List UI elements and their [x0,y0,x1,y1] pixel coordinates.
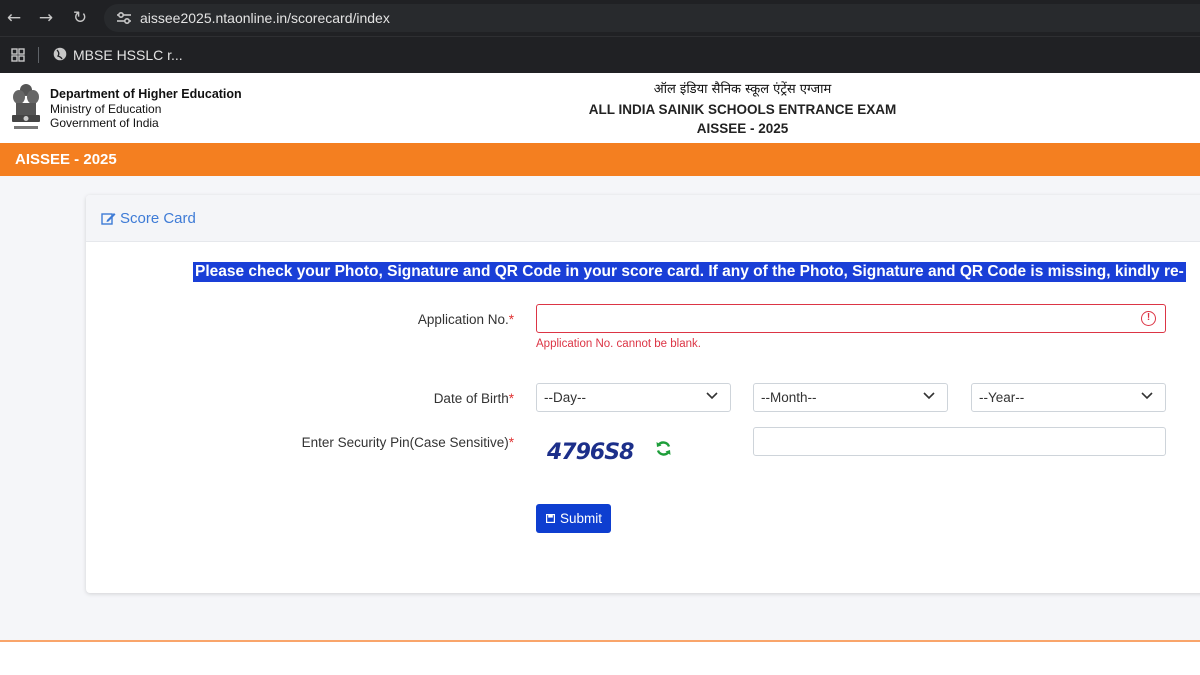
ministry-name: Ministry of Education [50,101,162,116]
chevron-down-icon [706,392,718,400]
submit-label: Submit [560,511,603,526]
back-arrow-icon[interactable]: ← [4,8,24,28]
notice-text: Please check your Photo, Signature and Q… [193,262,1186,282]
day-select-value: --Day-- [544,390,586,405]
government-name: Government of India [50,116,159,130]
bookmark-separator [38,47,39,63]
captcha-text: 4796S8 [547,440,634,465]
department-info: Department of Higher Education Ministry … [50,87,242,131]
browser-toolbar: ← → ↻ aissee2025.ntaonline.in/scorecard/… [0,0,1200,36]
security-pin-label: Enter Security Pin(Case Sensitive)* [260,435,514,450]
card-title: Score Card [120,210,196,227]
exam-year: AISSEE - 2025 [696,121,789,136]
edit-icon [101,213,116,225]
site-settings-icon[interactable] [116,11,132,25]
day-select[interactable]: --Day-- [536,383,731,412]
application-no-error: Application No. cannot be blank. [536,338,701,350]
save-icon [546,514,555,523]
exam-name-hindi: ऑल इंडिया सैनिक स्कूल एंट्रेंस एग्जाम [653,82,832,97]
required-mark: * [508,391,514,406]
year-select[interactable]: --Year-- [971,383,1166,412]
month-select-value: --Month-- [761,390,817,405]
apps-grid-icon[interactable] [11,48,25,62]
national-emblem-icon [12,84,40,129]
footer-divider [0,640,1200,642]
bookmark-link[interactable]: MBSE HSSLC r... [73,47,183,63]
captcha-image: 4796S8 [537,427,647,475]
submit-button[interactable]: Submit [536,504,611,533]
department-title: Department of Higher Education [50,87,242,101]
dob-label-text: Date of Birth [433,391,509,406]
application-no-label: Application No.* [380,312,514,327]
error-icon: ! [1141,311,1156,326]
chevron-down-icon [1141,392,1153,400]
address-bar[interactable]: aissee2025.ntaonline.in/scorecard/index [104,4,1200,32]
card-header: Score Card [86,195,1200,242]
application-no-label-text: Application No. [417,312,509,327]
chevron-down-icon [923,392,935,400]
title-banner: AISSEE - 2025 [0,143,1200,176]
site-header: Department of Higher Education Ministry … [0,73,1200,143]
reload-icon[interactable]: ↻ [70,8,90,28]
required-mark: * [508,435,514,450]
bookmarks-bar: MBSE HSSLC r... [0,36,1200,73]
forward-arrow-icon[interactable]: → [36,8,56,28]
exam-info: ऑल इंडिया सैनिक स्कूल एंट्रेंस एग्जाम AL… [560,80,925,139]
year-select-value: --Year-- [979,390,1025,405]
security-pin-input[interactable] [753,427,1166,456]
banner-title: AISSEE - 2025 [15,151,117,168]
refresh-captcha-icon[interactable] [655,440,672,457]
dob-label: Date of Birth* [380,391,514,406]
required-mark: * [508,312,514,327]
globe-icon [53,47,67,61]
month-select[interactable]: --Month-- [753,383,948,412]
exam-name: ALL INDIA SAINIK SCHOOLS ENTRANCE EXAM [588,101,897,117]
url-text[interactable]: aissee2025.ntaonline.in/scorecard/index [140,10,390,26]
security-pin-label-text: Enter Security Pin(Case Sensitive) [301,435,509,450]
application-no-input[interactable]: ! [536,304,1166,333]
